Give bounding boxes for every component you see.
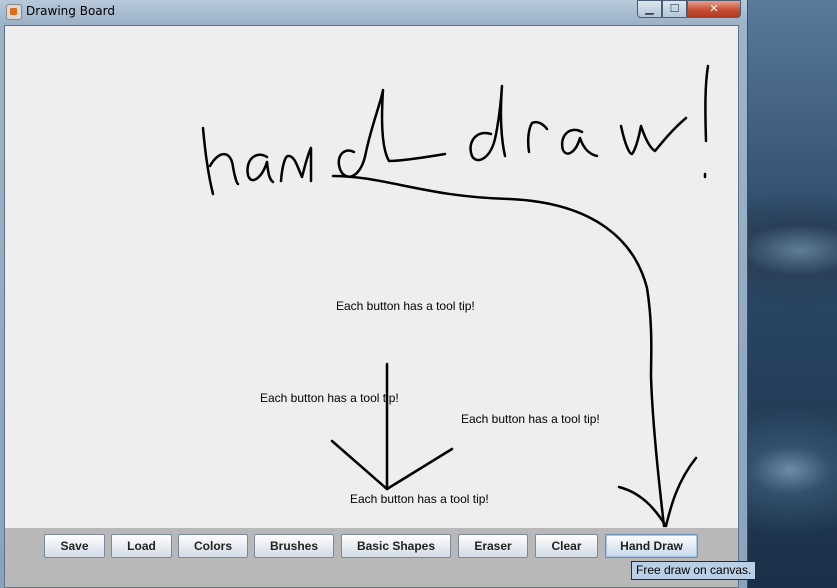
close-button[interactable]: ✕ — [687, 0, 741, 18]
down-arrow-head — [330, 439, 454, 491]
window-title: Drawing Board — [26, 4, 115, 18]
colors-button[interactable]: Colors — [178, 534, 248, 558]
basic-shapes-button[interactable]: Basic Shapes — [341, 534, 451, 558]
minimize-button[interactable]: ▁ — [637, 0, 662, 18]
toolbar: Save Load Colors Brushes Basic Shapes Er… — [5, 528, 738, 587]
window-controls: ▁ ☐ ✕ — [637, 0, 741, 18]
canvas-strokes — [201, 64, 710, 528]
hand-draw-tooltip: Free draw on canvas. — [631, 561, 757, 580]
content-pane: Each button has a tool tip! Each button … — [4, 25, 739, 588]
handwriting-stroke-h — [201, 126, 240, 196]
app-window: Drawing Board ▁ ☐ ✕ Each button has a to… — [0, 0, 748, 588]
canvas-text-tooltip-note: Each button has a tool tip! — [260, 391, 399, 405]
handwriting-stroke-w — [619, 116, 688, 156]
save-button[interactable]: Save — [44, 534, 105, 558]
curved-arrow-line — [331, 174, 666, 528]
canvas-text-tooltip-note: Each button has a tool tip! — [461, 412, 600, 426]
handwriting-stroke-a2 — [560, 128, 599, 158]
handwriting-stroke-a — [246, 153, 275, 184]
title-bar[interactable]: Drawing Board ▁ ☐ ✕ — [0, 0, 747, 24]
java-app-icon — [6, 4, 22, 20]
handwriting-stroke-r — [526, 120, 549, 154]
eraser-button[interactable]: Eraser — [458, 534, 528, 558]
clear-button[interactable]: Clear — [535, 534, 598, 558]
maximize-button[interactable]: ☐ — [662, 0, 687, 18]
brushes-button[interactable]: Brushes — [254, 534, 334, 558]
hand-draw-button[interactable]: Hand Draw — [605, 534, 698, 558]
canvas-text-tooltip-note: Each button has a tool tip! — [336, 299, 475, 313]
load-button[interactable]: Load — [111, 534, 172, 558]
handwriting-stroke-exclaim — [704, 64, 710, 143]
handwriting-stroke-d — [337, 88, 447, 178]
canvas-text-tooltip-note: Each button has a tool tip! — [350, 492, 489, 506]
drawing-canvas[interactable]: Each button has a tool tip! Each button … — [5, 26, 738, 528]
handwriting-stroke-n — [279, 146, 313, 183]
handwriting-stroke-d2 — [469, 84, 507, 162]
